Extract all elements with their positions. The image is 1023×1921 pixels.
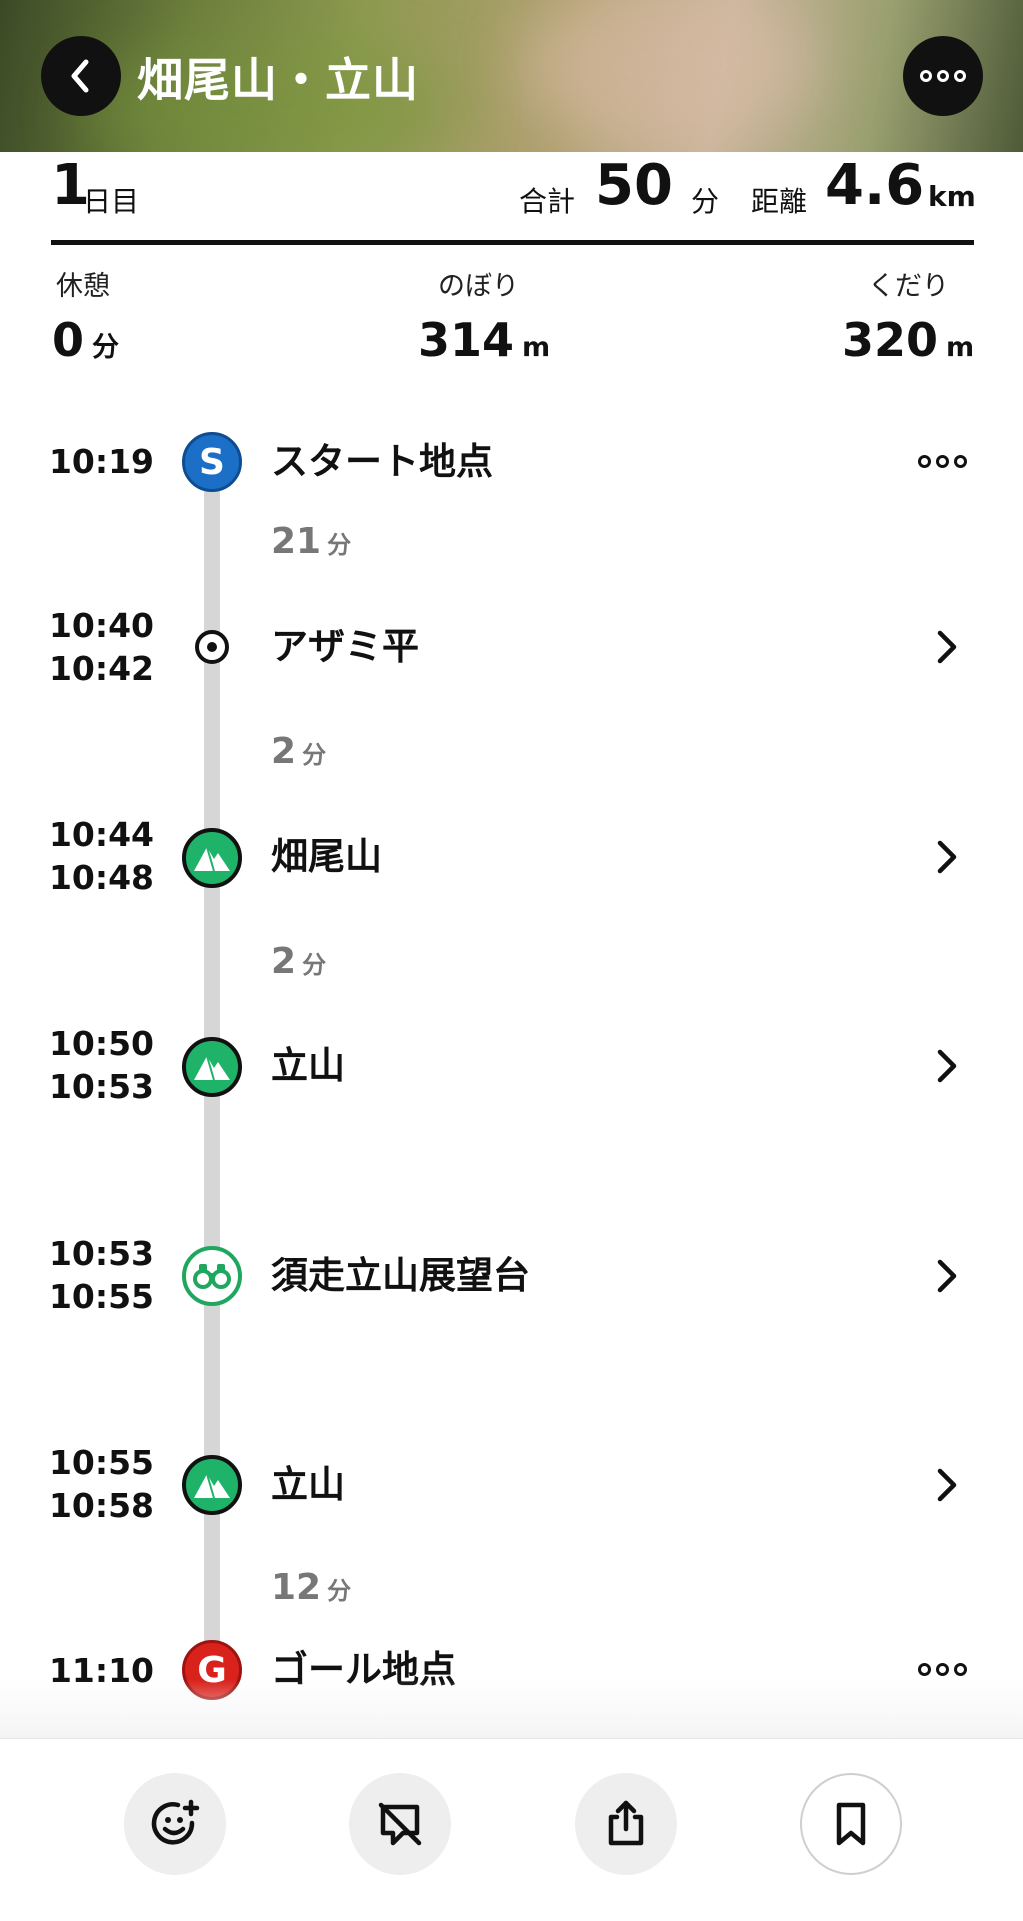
share-button[interactable]	[575, 1773, 677, 1875]
mountain-icon	[182, 1037, 242, 1097]
start-more-button[interactable]	[918, 455, 967, 468]
ascent-stat: 314 m	[418, 315, 550, 373]
day-summary: 1 日目 合計 50 分 距離 4.6 km	[51, 153, 976, 238]
place-name: アザミ平	[271, 625, 419, 668]
back-button[interactable]	[41, 36, 121, 116]
chevron-left-icon	[71, 59, 89, 93]
descent-unit: m	[946, 332, 975, 363]
arrive-time: 10:40	[48, 606, 154, 645]
distance-label: 距離	[751, 185, 808, 218]
arrive-time: 10:44	[48, 815, 154, 854]
waypoint-icon	[195, 630, 229, 664]
depart-time: 10:58	[48, 1486, 154, 1525]
depart-time: 10:53	[48, 1067, 154, 1106]
descent-label: くだり	[868, 271, 949, 302]
bottom-toolbar	[0, 1738, 1023, 1921]
rest-stat: 0分	[52, 315, 119, 373]
total-time-value: 50	[595, 153, 673, 218]
share-icon	[608, 1800, 644, 1846]
start-name: スタート地点	[271, 440, 493, 483]
descent-value: 320	[842, 313, 939, 367]
place-name: 立山	[271, 1044, 345, 1087]
segment-duration: 2分	[271, 731, 327, 772]
add-emoji-button[interactable]	[124, 1773, 226, 1875]
descent-stat: 320 m	[842, 315, 974, 373]
page-title: 畑尾山・立山	[137, 53, 419, 107]
ascent-unit: m	[522, 332, 551, 363]
bookmark-icon	[836, 1802, 866, 1846]
mountain-icon	[182, 828, 242, 888]
segment-duration: 12 分	[271, 1567, 352, 1608]
rest-unit: 分	[92, 332, 120, 363]
chevron-right-icon	[937, 840, 957, 874]
more-button[interactable]	[903, 36, 983, 116]
chevron-right-icon	[937, 1049, 957, 1083]
depart-time: 10:55	[48, 1277, 154, 1316]
header: 畑尾山・立山	[0, 0, 1023, 152]
start-badge: S	[182, 432, 242, 492]
total-label: 合計	[519, 185, 576, 218]
binoculars-icon	[182, 1246, 242, 1306]
rest-label: 休憩	[56, 271, 110, 302]
depart-time: 10:48	[48, 858, 154, 897]
map-off-button[interactable]	[349, 1773, 451, 1875]
arrive-time: 10:53	[48, 1234, 154, 1273]
day-suffix: 日目	[83, 185, 140, 218]
place-name: 立山	[271, 1463, 345, 1506]
goal-more-button[interactable]	[918, 1663, 967, 1676]
arrive-time: 10:50	[48, 1024, 154, 1063]
chevron-right-icon	[937, 1259, 957, 1293]
start-time: 10:19	[48, 442, 154, 481]
ascent-value: 314	[418, 313, 515, 367]
summary-divider	[51, 240, 974, 245]
arrive-time: 10:55	[48, 1443, 154, 1482]
segment-duration: 2分	[271, 941, 327, 982]
depart-time: 10:42	[48, 649, 154, 688]
chevron-right-icon	[937, 1468, 957, 1502]
chevron-right-icon	[937, 630, 957, 664]
bookmark-button[interactable]	[800, 1773, 902, 1875]
add-emoji-icon	[151, 1799, 200, 1845]
distance-value: 4.6	[825, 153, 925, 218]
place-name: 須走立山展望台	[271, 1254, 530, 1297]
ascent-label: のぼり	[438, 271, 519, 302]
rest-value: 0	[52, 313, 85, 367]
segment-duration: 21 分	[271, 521, 352, 562]
map-off-icon	[378, 1802, 422, 1846]
place-name: 畑尾山	[271, 835, 382, 878]
total-time-unit: 分	[691, 185, 720, 218]
mountain-icon	[182, 1455, 242, 1515]
distance-unit: km	[928, 180, 976, 213]
